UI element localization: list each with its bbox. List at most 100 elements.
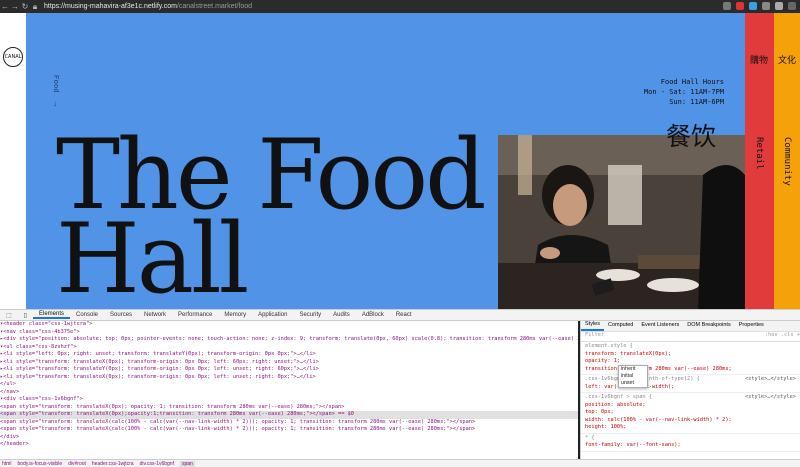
- elements-panel[interactable]: ▾<header class="css-1wjtcra"> ▾<nav clas…: [0, 321, 578, 459]
- style-prop[interactable]: height: 100%;: [585, 424, 796, 432]
- dom-line-selected[interactable]: <span style="transform: translateX(0px);…: [0, 411, 578, 419]
- dom-line[interactable]: ▾<div class="css-1v6bgnf">: [0, 396, 578, 404]
- styles-tabbar: Styles Computed Event Listeners DOM Brea…: [581, 321, 800, 332]
- tab-elements[interactable]: Elements: [32, 311, 70, 319]
- react-devtools-icon[interactable]: [749, 2, 757, 10]
- url-path: /canalstreet.market/food: [176, 3, 253, 10]
- dom-line[interactable]: ▸<li style="transform: translateY(0px); …: [0, 366, 578, 374]
- tab-performance[interactable]: Performance: [172, 312, 218, 318]
- dom-line[interactable]: ▾<nav class="css-4b375e">: [0, 329, 578, 337]
- retail-tab[interactable]: 購物 Retail: [745, 13, 774, 309]
- style-prop[interactable]: transition: transform 280ms var(--ease) …: [585, 366, 796, 374]
- dom-line[interactable]: ▸<li style="left: 0px; right: unset; tra…: [0, 351, 578, 359]
- community-tab[interactable]: 文化 Community: [774, 13, 800, 309]
- dom-line[interactable]: </div>: [0, 434, 578, 442]
- dom-line[interactable]: <span style="transform: translateX(calc(…: [0, 426, 578, 434]
- styles-filter[interactable]: Filter :hov .cls +: [581, 332, 800, 342]
- rule-source[interactable]: <style>…</style>: [745, 376, 796, 384]
- inspect-icon[interactable]: ⬚: [0, 312, 18, 319]
- address-bar[interactable]: https://musing-mahavira-af3e1c.netlify.c…: [44, 3, 252, 10]
- rule-selector: * {: [585, 434, 595, 441]
- dom-line[interactable]: </nav>: [0, 389, 578, 397]
- url-host: https://musing-mahavira-af3e1c.netlify.c…: [44, 3, 177, 10]
- tab-sources[interactable]: Sources: [104, 312, 138, 318]
- retail-label: Retail: [754, 137, 764, 170]
- dom-line[interactable]: </header>: [0, 441, 578, 449]
- page-title: The Food Hall: [56, 127, 487, 307]
- dropdown-option[interactable]: unset: [621, 380, 647, 387]
- tab-memory[interactable]: Memory: [218, 312, 252, 318]
- hours-line: Mon - Sat: 11AM-7PM: [643, 88, 724, 96]
- breadcrumb-item[interactable]: header.css-1wjtcra: [92, 461, 134, 467]
- tab-security[interactable]: Security: [293, 312, 327, 318]
- autocomplete-dropdown: inherit initial unset: [618, 365, 648, 388]
- styles-pane: Styles Computed Event Listeners DOM Brea…: [580, 321, 800, 459]
- star-icon[interactable]: [723, 2, 731, 10]
- browser-toolbar: ← → ↻ 🔒︎ https://musing-mahavira-af3e1c.…: [0, 0, 800, 13]
- site-logo[interactable]: CANAL: [3, 47, 23, 67]
- filter-input[interactable]: Filter: [585, 332, 604, 341]
- hours-title: Food Hall Hours: [660, 78, 724, 86]
- style-prop[interactable]: font-family: var(--font-sans);: [585, 442, 796, 450]
- style-prop[interactable]: left: var(--nav-link-width);: [585, 384, 796, 392]
- filter-toggles[interactable]: :hov .cls +: [765, 332, 800, 341]
- tab-computed[interactable]: Computed: [604, 322, 637, 330]
- dom-line[interactable]: ▸<li style="transform: translateX(0px); …: [0, 374, 578, 382]
- breadcrumb-item[interactable]: body.is-focus-visible: [17, 461, 62, 467]
- devtools-tabbar: ⬚ ▯ Elements Console Sources Network Per…: [0, 309, 800, 321]
- breadcrumb-item[interactable]: div#root: [68, 461, 86, 467]
- community-label: Community: [782, 137, 792, 186]
- profile-avatar[interactable]: [775, 2, 783, 10]
- element-style-rule[interactable]: element.style { transform: translateX(0p…: [581, 342, 800, 375]
- food-nav-label[interactable]: Food: [52, 75, 59, 93]
- hero-photo: [498, 135, 745, 309]
- css-rule[interactable]: <style>…</style> .css-1v6bgnf > span { p…: [581, 393, 800, 434]
- tab-event-listeners[interactable]: Event Listeners: [637, 322, 683, 330]
- tab-console[interactable]: Console: [70, 312, 104, 318]
- reload-icon[interactable]: ↻: [20, 2, 30, 11]
- style-prop[interactable]: top: 0px;: [585, 409, 796, 417]
- extension-icon[interactable]: [736, 2, 744, 10]
- arrow-down-icon: ↓: [53, 99, 57, 108]
- forward-icon[interactable]: →: [10, 2, 20, 11]
- css-rule[interactable]: * { font-family: var(--font-sans);: [581, 434, 800, 452]
- tab-properties[interactable]: Properties: [735, 322, 768, 330]
- tab-styles[interactable]: Styles: [581, 321, 604, 331]
- left-rail: CANAL: [0, 13, 26, 309]
- chinese-title: 餐饮: [666, 122, 717, 151]
- breadcrumb-item-current[interactable]: span: [179, 460, 195, 467]
- dom-line[interactable]: ▾<header class="css-1wjtcra">: [0, 321, 578, 329]
- dom-line[interactable]: </ul>: [0, 381, 578, 389]
- style-prop[interactable]: opacity: 1;: [585, 358, 796, 366]
- dom-line[interactable]: ▸<li style="transform: translateX(0px); …: [0, 359, 578, 367]
- menu-icon[interactable]: [788, 2, 796, 10]
- tab-application[interactable]: Application: [252, 312, 293, 318]
- dom-line[interactable]: <span style="transform: translateX(calc(…: [0, 419, 578, 427]
- back-icon[interactable]: ←: [0, 2, 10, 11]
- breadcrumb-item[interactable]: div.css-1v6bgnf: [140, 461, 174, 467]
- dropdown-option[interactable]: initial: [621, 373, 647, 380]
- hours-line: Sun: 11AM-6PM: [669, 98, 724, 106]
- breadcrumb: html body.is-focus-visible div#root head…: [0, 459, 800, 467]
- dom-line[interactable]: ▸<div style="position: absolute; top: 0p…: [0, 336, 578, 344]
- community-chinese-label: 文化: [778, 56, 797, 66]
- breadcrumb-item[interactable]: html: [2, 461, 11, 467]
- extension-icons: [723, 2, 796, 10]
- web-page: CANAL Food ↓ Food Hall Hours Mon - Sat: …: [0, 13, 800, 309]
- dom-line[interactable]: <span style="transform: translateX(0px);…: [0, 404, 578, 412]
- tab-react[interactable]: React: [390, 312, 418, 318]
- style-prop[interactable]: transform: translateX(0px);: [585, 351, 796, 359]
- dropdown-option[interactable]: inherit: [621, 366, 647, 373]
- rule-source[interactable]: <style>…</style>: [745, 394, 796, 402]
- tab-audits[interactable]: Audits: [327, 312, 356, 318]
- tab-adblock[interactable]: AdBlock: [356, 312, 390, 318]
- style-prop[interactable]: position: absolute;: [585, 402, 796, 410]
- style-prop[interactable]: width: calc(100% - var(--nav-link-width)…: [585, 417, 796, 425]
- dom-line[interactable]: ▾<ul class="css-8zvhzf">: [0, 344, 578, 352]
- device-toggle-icon[interactable]: ▯: [18, 312, 33, 319]
- tab-dom-breakpoints[interactable]: DOM Breakpoints: [683, 322, 734, 330]
- tab-network[interactable]: Network: [138, 312, 172, 318]
- css-rule[interactable]: <style>…</style> .css-1v6bgnf > span:nth…: [581, 375, 800, 393]
- extension-icon[interactable]: [762, 2, 770, 10]
- lock-icon: 🔒︎: [32, 1, 38, 11]
